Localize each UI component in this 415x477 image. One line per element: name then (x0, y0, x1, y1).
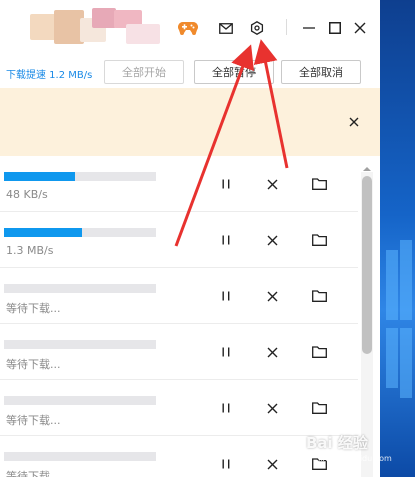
download-status: 等待下载... (6, 470, 61, 477)
pause-icon[interactable] (217, 231, 235, 249)
cancel-icon[interactable] (263, 175, 281, 193)
folder-icon[interactable] (310, 399, 328, 417)
pause-icon[interactable] (217, 343, 235, 361)
desktop-window-logo (386, 250, 398, 320)
pause-icon[interactable] (217, 455, 235, 473)
download-row[interactable]: 等待下载... (0, 324, 358, 380)
scroll-up-arrow-icon[interactable] (361, 159, 373, 171)
cancel-icon[interactable] (263, 231, 281, 249)
notice-close-icon[interactable] (346, 114, 362, 130)
download-toolbar: 下载提速 1.2 MB/s 全部开始 全部暂停 全部取消 (0, 54, 380, 89)
title-bar-divider (286, 19, 287, 35)
download-status: 等待下载... (6, 358, 61, 371)
blurred-app-logo (30, 8, 162, 48)
progress-bar (4, 396, 156, 405)
close-icon[interactable] (349, 17, 371, 39)
desktop-background (380, 0, 415, 477)
download-row[interactable]: 等待下载... (0, 380, 358, 436)
progress-fill (4, 228, 82, 237)
download-row[interactable]: 等待下载... (0, 436, 358, 477)
pause-icon[interactable] (217, 287, 235, 305)
cancel-icon[interactable] (263, 399, 281, 417)
minimize-icon[interactable] (298, 17, 320, 39)
mail-icon[interactable] (215, 17, 237, 39)
progress-bar (4, 228, 156, 237)
download-manager-window: 下载提速 1.2 MB/s 全部开始 全部暂停 全部取消 48 KB/s 1.3 … (0, 0, 380, 477)
notice-banner (0, 88, 380, 156)
download-row[interactable]: 48 KB/s (0, 156, 358, 212)
progress-bar (4, 284, 156, 293)
maximize-icon[interactable] (324, 17, 346, 39)
watermark-text: Bai 经验 (306, 434, 368, 452)
folder-icon[interactable] (310, 287, 328, 305)
start-all-button[interactable]: 全部开始 (104, 60, 184, 84)
download-row[interactable]: 1.3 MB/s (0, 212, 358, 268)
progress-bar (4, 452, 156, 461)
watermark-url: jingyan.baidu.com (318, 454, 392, 463)
cancel-all-button[interactable]: 全部取消 (281, 60, 361, 84)
desktop-window-logo (386, 328, 398, 388)
folder-icon[interactable] (310, 231, 328, 249)
folder-icon[interactable] (310, 175, 328, 193)
download-row[interactable]: 等待下载... (0, 268, 358, 324)
cancel-icon[interactable] (263, 455, 281, 473)
pause-icon[interactable] (217, 399, 235, 417)
speed-boost-link[interactable]: 下载提速 1.2 MB/s (6, 66, 92, 81)
folder-icon[interactable] (310, 343, 328, 361)
download-status: 等待下载... (6, 302, 61, 315)
pause-all-button[interactable]: 全部暂停 (194, 60, 274, 84)
progress-fill (4, 172, 76, 181)
game-controller-icon[interactable] (177, 17, 199, 39)
download-status: 等待下载... (6, 414, 61, 427)
download-status: 48 KB/s (6, 188, 48, 201)
desktop-window-logo (400, 240, 412, 320)
desktop-window-logo (400, 328, 412, 398)
cancel-icon[interactable] (263, 343, 281, 361)
scrollbar-thumb[interactable] (362, 176, 372, 354)
download-list: 48 KB/s 1.3 MB/s 等待下载... 等待下载... 等待下载... 等待下载… (0, 156, 358, 477)
title-bar (0, 0, 380, 54)
download-status: 1.3 MB/s (6, 244, 54, 257)
progress-bar (4, 172, 156, 181)
cancel-icon[interactable] (263, 287, 281, 305)
settings-gear-icon[interactable] (246, 17, 268, 39)
pause-icon[interactable] (217, 175, 235, 193)
progress-bar (4, 340, 156, 349)
